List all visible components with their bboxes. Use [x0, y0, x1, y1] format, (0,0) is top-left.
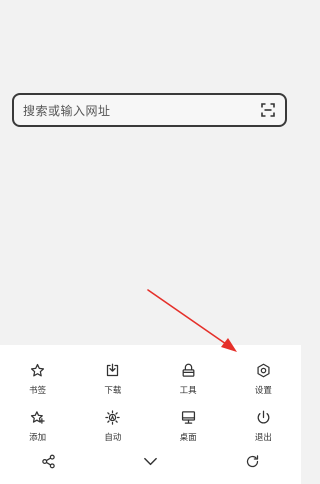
power-icon [254, 408, 272, 426]
share-icon[interactable] [38, 451, 58, 471]
refresh-icon[interactable] [242, 451, 262, 471]
hexagon-settings-icon [254, 361, 272, 379]
menu-item-desktop[interactable]: 桌面 [151, 402, 226, 446]
menu-label-settings: 设置 [254, 386, 272, 396]
menu-item-add[interactable]: 添加 [0, 402, 75, 446]
toolbox-icon [179, 361, 197, 379]
menu-item-bookmarks[interactable]: 书签 [0, 355, 75, 399]
menu-label-desktop: 桌面 [179, 433, 197, 443]
menu-label-tools: 工具 [179, 386, 197, 396]
menu-label-auto: 自动 [104, 433, 122, 443]
star-icon [29, 361, 47, 379]
scan-icon[interactable] [261, 103, 275, 117]
menu-label-downloads: 下载 [104, 386, 122, 396]
auto-brightness-icon [104, 408, 122, 426]
search-bar[interactable]: 搜索或输入网址 [12, 93, 287, 127]
desktop-icon [179, 408, 197, 426]
menu-label-exit: 退出 [254, 433, 272, 443]
download-icon [104, 361, 122, 379]
menu-grid: 书签 下载 工具 设置 添加 自动 桌面 退出 [0, 355, 301, 446]
bottom-toolbar [0, 451, 301, 471]
add-star-icon [29, 408, 47, 426]
menu-item-auto[interactable]: 自动 [75, 402, 150, 446]
menu-item-settings[interactable]: 设置 [226, 355, 301, 399]
bottom-menu-sheet: 书签 下载 工具 设置 添加 自动 桌面 退出 [0, 345, 301, 484]
menu-item-tools[interactable]: 工具 [151, 355, 226, 399]
menu-label-add: 添加 [29, 433, 47, 443]
search-placeholder[interactable]: 搜索或输入网址 [23, 102, 261, 119]
chevron-down-icon[interactable] [140, 451, 160, 471]
menu-item-downloads[interactable]: 下载 [75, 355, 150, 399]
menu-label-bookmarks: 书签 [29, 386, 47, 396]
menu-item-exit[interactable]: 退出 [226, 402, 301, 446]
